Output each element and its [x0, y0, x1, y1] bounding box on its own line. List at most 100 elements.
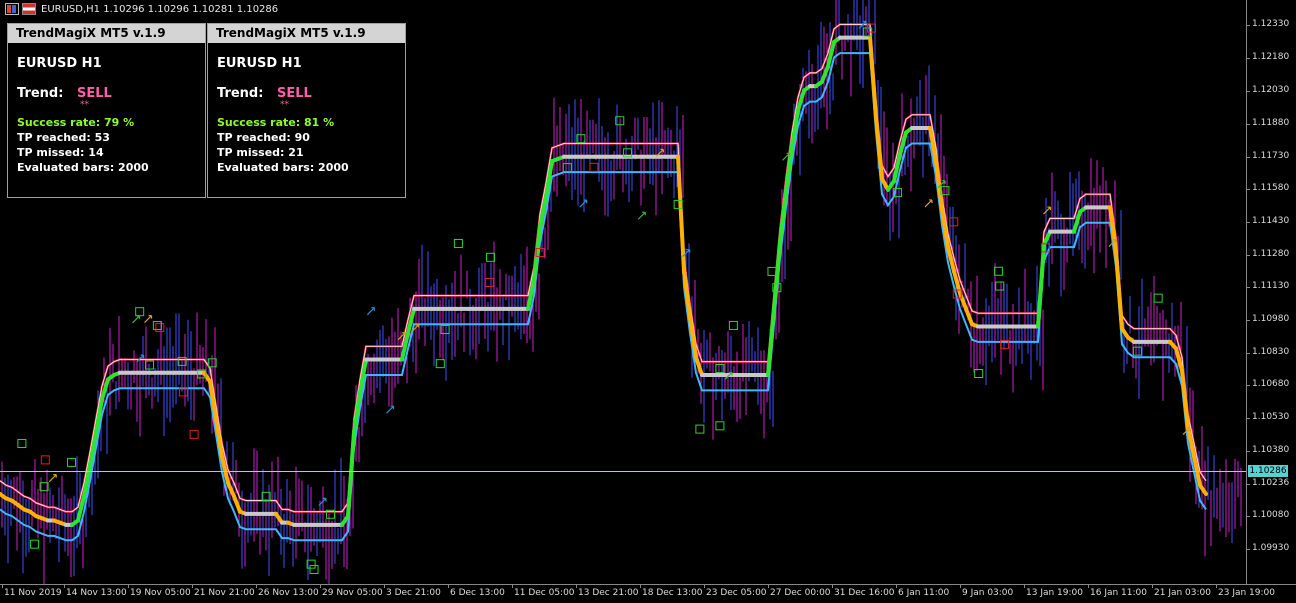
panel-evaluated-bars: Evaluated bars: 2000	[17, 161, 149, 174]
time-tick-label: 19 Nov 05:00	[130, 588, 191, 598]
signal-arrow-icon	[1043, 206, 1052, 215]
time-tick-label: 13 Dec 21:00	[578, 588, 639, 598]
price-tick-mark	[1246, 91, 1250, 92]
time-tick-mark	[448, 584, 449, 588]
current-price-line	[0, 471, 1246, 472]
tp-reached-marker	[995, 281, 1005, 291]
time-tick-mark	[128, 584, 129, 588]
time-tick-mark	[832, 584, 833, 588]
time-tick-mark	[1024, 584, 1025, 588]
tp-reached-marker	[67, 457, 77, 467]
tp-reached-marker	[974, 368, 984, 378]
price-tick-mark	[1246, 385, 1250, 386]
tp-reached-marker	[135, 307, 145, 317]
trendmagix-panel-1[interactable]: TrendMagiX MT5 v.1.9 EURUSD H1 Trend: SE…	[7, 23, 206, 198]
tp-reached-marker	[486, 252, 496, 262]
time-tick-mark	[320, 584, 321, 588]
panel-success-rate: Success rate: 81 %	[217, 116, 335, 129]
signal-arrow-icon	[144, 315, 153, 324]
time-tick-label: 18 Dec 13:00	[642, 588, 703, 598]
price-tick-label: 1.10680	[1252, 379, 1290, 389]
tp-reached-marker	[993, 266, 1003, 276]
trendmagix-panel-2[interactable]: TrendMagiX MT5 v.1.9 EURUSD H1 Trend: SE…	[207, 23, 406, 198]
tp-reached-marker	[440, 325, 450, 335]
time-tick-mark	[64, 584, 65, 588]
tp-reached-marker	[767, 266, 777, 276]
tp-missed-marker	[484, 277, 494, 287]
signal-arrow-icon	[924, 199, 933, 208]
time-tick-mark	[704, 584, 705, 588]
chart-header: EURUSD,H1 1.10296 1.10296 1.10281 1.1028…	[0, 0, 278, 18]
panel-trend-value: SELL	[277, 86, 312, 101]
time-tick-label: 6 Dec 13:00	[450, 588, 505, 598]
price-tick-mark	[1246, 157, 1250, 158]
price-tick-label: 1.11280	[1252, 249, 1290, 259]
time-tick-mark	[256, 584, 257, 588]
tp-reached-marker	[152, 321, 162, 331]
panel-trend-label: Trend:	[217, 86, 264, 101]
panel-trend-label: Trend:	[17, 86, 64, 101]
symbol-flag-icon	[22, 3, 36, 15]
time-tick-label: 23 Jan 19:00	[1218, 588, 1275, 598]
time-tick-mark	[512, 584, 513, 588]
price-tick-mark	[1246, 189, 1250, 190]
price-tick-label: 1.11430	[1252, 216, 1290, 226]
price-tick-label: 1.10236	[1252, 478, 1290, 488]
time-tick-label: 31 Dec 16:00	[834, 588, 895, 598]
chart-window-icon[interactable]	[5, 3, 19, 15]
price-tick-mark	[1246, 516, 1250, 517]
panel-trend-stars: **	[280, 100, 289, 110]
time-tick-label: 9 Jan 03:00	[962, 588, 1014, 598]
signal-arrow-icon	[579, 199, 588, 208]
price-tick-label: 1.11580	[1252, 183, 1290, 193]
price-tick-mark	[1246, 222, 1250, 223]
time-tick-mark	[2, 584, 3, 588]
price-tick-label: 1.11130	[1252, 281, 1290, 291]
panel-title[interactable]: TrendMagiX MT5 v.1.9	[8, 24, 205, 43]
time-tick-mark	[1216, 584, 1217, 588]
time-tick-label: 29 Nov 05:00	[322, 588, 383, 598]
signal-arrow-icon	[386, 405, 395, 414]
time-tick-label: 16 Jan 11:00	[1090, 588, 1147, 598]
time-tick-label: 21 Jan 03:00	[1154, 588, 1211, 598]
time-tick-label: 23 Dec 05:00	[706, 588, 767, 598]
tp-reached-marker	[728, 320, 738, 330]
time-tick-label: 11 Nov 2019	[4, 588, 62, 598]
signal-arrow-icon	[366, 307, 375, 316]
panel-trend-value: SELL	[77, 86, 112, 101]
tp-missed-marker	[589, 162, 599, 172]
signal-arrow-icon	[48, 474, 57, 483]
tp-reached-marker	[695, 424, 705, 434]
price-tick-mark	[1246, 25, 1250, 26]
price-tick-mark	[1246, 255, 1250, 256]
price-tick-mark	[1246, 353, 1250, 354]
tp-reached-marker	[715, 421, 725, 431]
price-tick-label: 1.12180	[1252, 52, 1290, 62]
price-tick-label: 1.10080	[1252, 510, 1290, 520]
time-tick-mark	[640, 584, 641, 588]
time-tick-label: 26 Nov 13:00	[258, 588, 319, 598]
panel-tp-reached: TP reached: 90	[217, 131, 310, 144]
panel-title[interactable]: TrendMagiX MT5 v.1.9	[208, 24, 405, 43]
time-tick-label: 21 Nov 21:00	[194, 588, 255, 598]
tp-reached-marker	[30, 539, 40, 549]
time-tick-mark	[960, 584, 961, 588]
price-tick-mark	[1246, 320, 1250, 321]
time-tick-mark	[192, 584, 193, 588]
panel-tp-reached: TP reached: 53	[17, 131, 110, 144]
tp-missed-marker	[189, 429, 199, 439]
price-tick-label: 1.11880	[1252, 118, 1290, 128]
time-tick-mark	[1152, 584, 1153, 588]
time-tick-label: 6 Jan 11:00	[898, 588, 950, 598]
tp-reached-marker	[435, 359, 445, 369]
panel-symbol: EURUSD H1	[17, 56, 102, 71]
tp-reached-marker	[1132, 346, 1142, 356]
panel-success-rate: Success rate: 79 %	[17, 116, 135, 129]
panel-evaluated-bars: Evaluated bars: 2000	[217, 161, 349, 174]
price-tick-mark	[1246, 484, 1250, 485]
panel-tp-missed: TP missed: 14	[17, 146, 104, 159]
panel-tp-missed: TP missed: 21	[217, 146, 304, 159]
price-tick-label: 1.10980	[1252, 314, 1290, 324]
tp-missed-marker	[949, 217, 959, 227]
price-tick-label: 1.12030	[1252, 85, 1290, 95]
